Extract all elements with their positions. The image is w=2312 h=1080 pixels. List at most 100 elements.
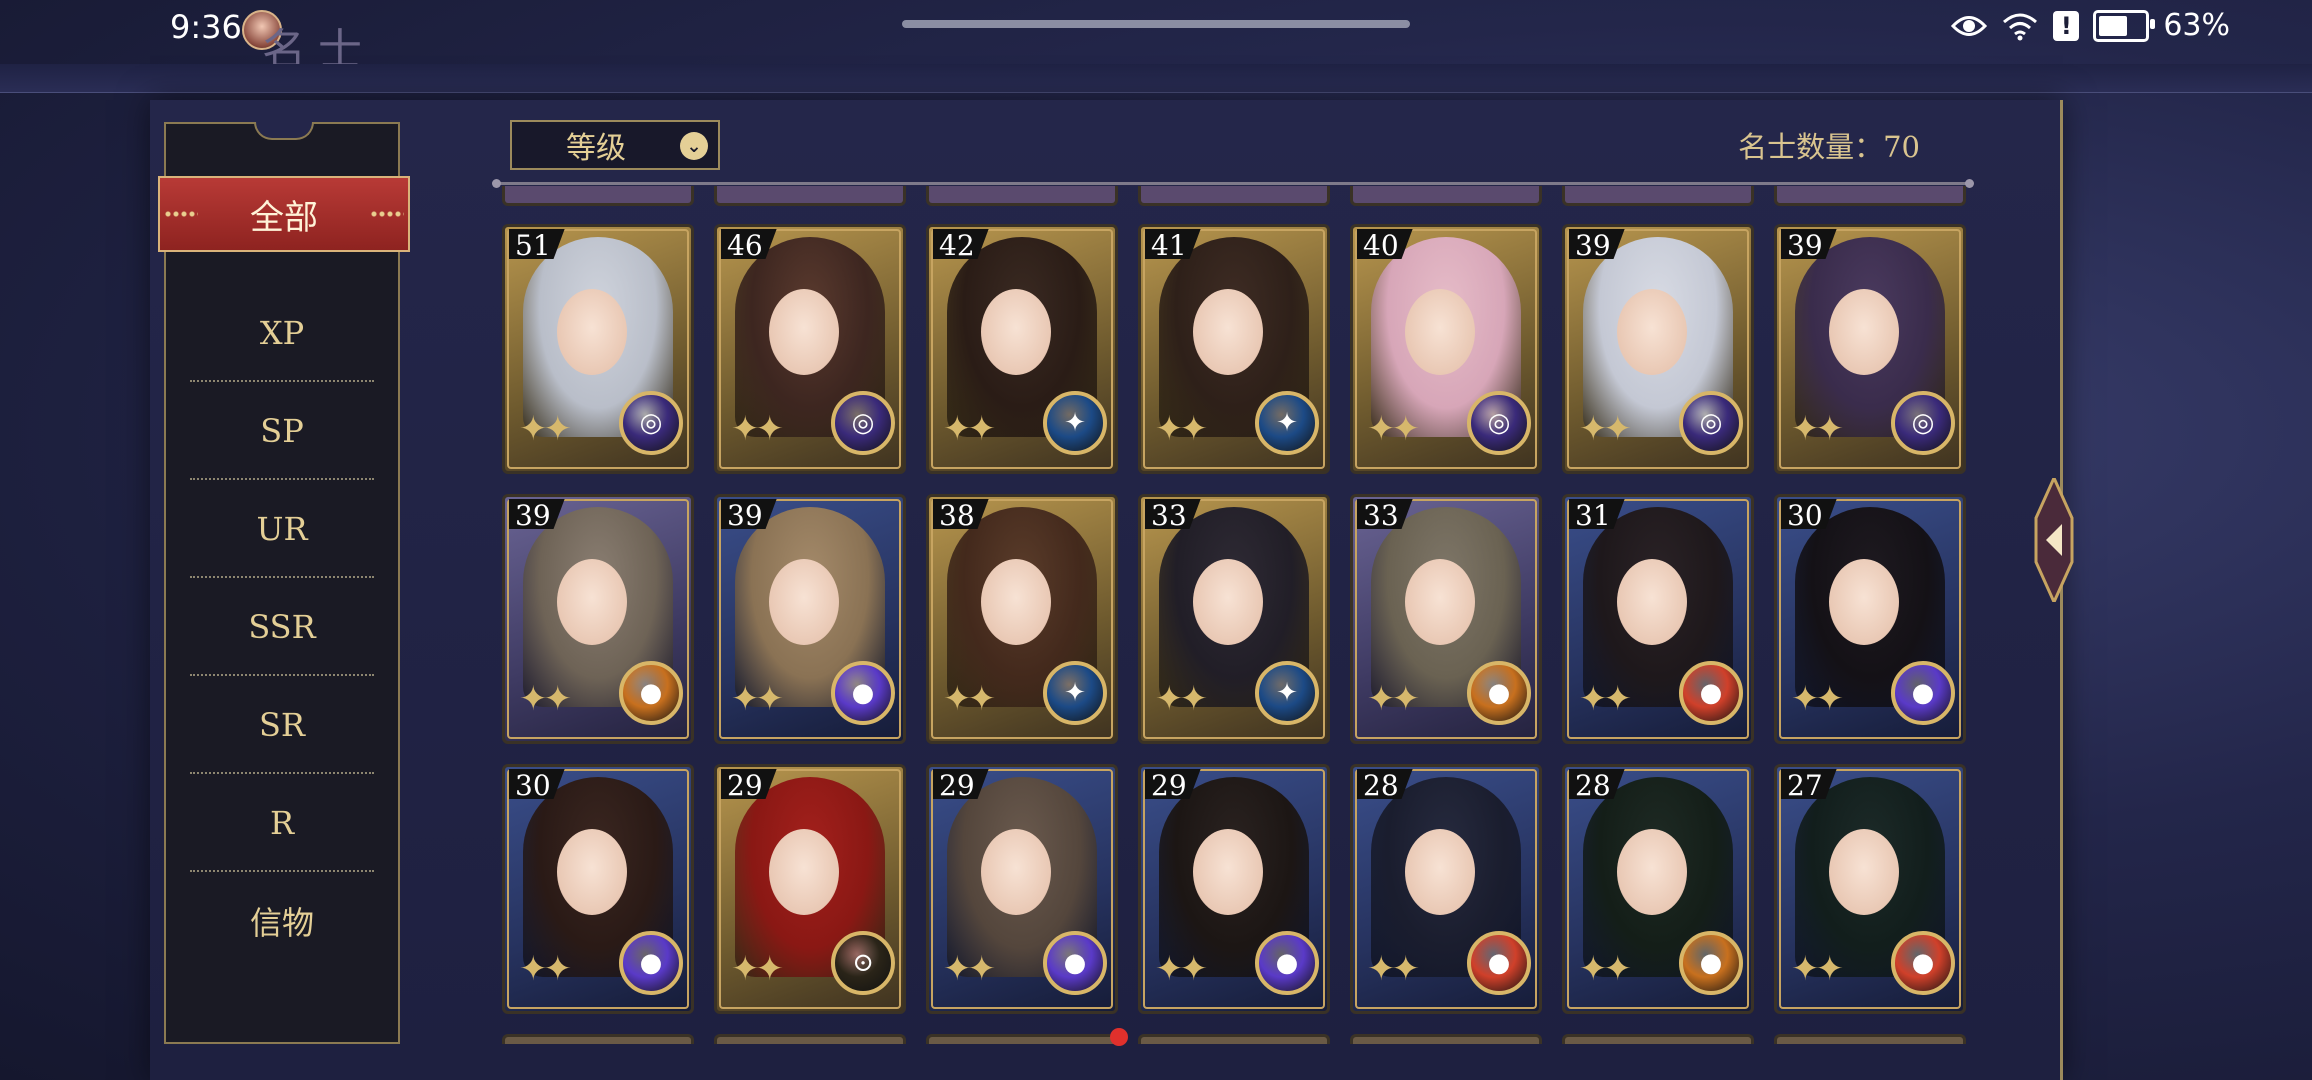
star-sparkle-icon: ✦✦ [519,949,572,989]
gold-compass-icon: ⊙ [831,931,895,995]
card-partial-bottom[interactable] [1350,1034,1542,1044]
rarity-filter-sidebar: 全部 XP SP UR SSR SR R 信物 [158,122,410,1044]
filter-tab-label: SSR [248,608,316,646]
star-sparkle-icon: ✦✦ [519,409,572,449]
violet-orb-icon: ● [1043,931,1107,995]
character-card[interactable]: ✦✦ 38 ✦ [926,494,1118,744]
filter-tab-label: 信物 [249,904,314,942]
filter-tab-r[interactable]: R [166,774,398,872]
purple-swirl-icon: ◎ [1679,391,1743,455]
card-partial-top[interactable] [1774,186,1966,206]
card-partial-bottom[interactable] [926,1034,1118,1044]
blue-compass-icon: ✦ [1043,661,1107,725]
star-sparkle-icon: ✦✦ [1155,679,1208,719]
card-partial-top[interactable] [502,186,694,206]
character-count: 名士数量：70 [1738,130,1920,164]
card-partial-bottom[interactable] [1562,1034,1754,1044]
card-partial-top[interactable] [1350,186,1542,206]
card-partial-top[interactable] [1138,186,1330,206]
character-card[interactable]: ✦✦ 41 ✦ [1138,224,1330,474]
notification-dot [1110,1028,1128,1046]
purple-swirl-icon: ◎ [831,391,895,455]
orange-orb-icon: ● [1679,931,1743,995]
filter-tab-ur[interactable]: UR [166,480,398,578]
star-sparkle-icon: ✦✦ [1579,949,1632,989]
sidebar-notch-ornament [254,122,314,140]
star-sparkle-icon: ✦✦ [519,679,572,719]
character-card[interactable]: ✦✦ 28 ● [1350,764,1542,1014]
collapse-arrow-icon[interactable] [2034,478,2074,602]
orange-orb-icon: ● [619,661,683,725]
star-sparkle-icon: ✦✦ [1791,679,1844,719]
character-card[interactable]: ✦✦ 31 ● [1562,494,1754,744]
star-sparkle-icon: ✦✦ [1791,409,1844,449]
card-partial-top[interactable] [926,186,1118,206]
filter-tab-all[interactable]: 全部 [158,176,410,252]
character-card[interactable]: ✦✦ 39 ● [714,494,906,744]
character-card[interactable]: ✦✦ 39 ● [502,494,694,744]
purple-swirl-icon: ◎ [619,391,683,455]
star-sparkle-icon: ✦✦ [1791,949,1844,989]
violet-orb-icon: ● [619,931,683,995]
character-card[interactable]: ✦✦ 33 ● [1350,494,1542,744]
star-sparkle-icon: ✦✦ [1367,409,1420,449]
violet-orb-icon: ● [1891,661,1955,725]
card-partial-bottom[interactable] [1774,1034,1966,1044]
card-partial-top[interactable] [1562,186,1754,206]
filter-tab-sp[interactable]: SP [166,382,398,480]
character-card[interactable]: ✦✦ 27 ● [1774,764,1966,1014]
violet-orb-icon: ● [831,661,895,725]
character-card[interactable]: ✦✦ 29 ⊙ [714,764,906,1014]
character-card[interactable]: ✦✦ 29 ● [1138,764,1330,1014]
star-sparkle-icon: ✦✦ [1155,949,1208,989]
status-icons: ! 63% [1951,8,2230,43]
character-grid: ✦✦ 51 ◎ ✦✦ 46 ◎ ✦✦ 42 ✦ ✦✦ 41 ✦ ✦✦ 40 ◎ ✦✦ 39 ◎ ✦✦ 39 ◎ ✦✦ 39 ●… [496,186,1976,1044]
card-partial-top[interactable] [714,186,906,206]
star-sparkle-icon: ✦✦ [1579,679,1632,719]
character-card[interactable]: ✦✦ 29 ● [926,764,1118,1014]
ornament-dots [370,211,404,217]
filter-tab-label: XP [259,314,305,352]
star-sparkle-icon: ✦✦ [1367,679,1420,719]
grid-top-divider [492,179,1974,188]
top-banner-strip [0,64,2312,93]
filter-tab-sr[interactable]: SR [166,676,398,774]
character-card[interactable]: ✦✦ 30 ● [1774,494,1966,744]
filter-tab-label: SR [258,706,305,744]
star-sparkle-icon: ✦✦ [1367,949,1420,989]
battery-percent: 63% [2163,8,2230,43]
card-partial-bottom[interactable] [502,1034,694,1044]
star-sparkle-icon: ✦✦ [1579,409,1632,449]
filter-tab-label: UR [256,510,308,548]
star-sparkle-icon: ✦✦ [943,679,996,719]
filter-tab-token[interactable]: 信物 [166,872,398,970]
character-card[interactable]: ✦✦ 46 ◎ [714,224,906,474]
status-time: 9:36 [170,8,242,46]
home-indicator[interactable] [902,20,1410,28]
alert-icon: ! [2053,10,2080,41]
character-card[interactable]: ✦✦ 39 ◎ [1562,224,1754,474]
blue-compass-icon: ✦ [1043,391,1107,455]
character-card[interactable]: ✦✦ 30 ● [502,764,694,1014]
card-partial-bottom[interactable] [1138,1034,1330,1044]
filter-tab-label: 全部 [250,197,318,238]
character-card[interactable]: ✦✦ 51 ◎ [502,224,694,474]
violet-orb-icon: ● [1255,931,1319,995]
character-card[interactable]: ✦✦ 42 ✦ [926,224,1118,474]
blue-compass-icon: ✦ [1255,391,1319,455]
sort-dropdown[interactable]: 等级 ⌄ [510,120,720,170]
character-card[interactable]: ✦✦ 28 ● [1562,764,1754,1014]
character-card[interactable]: ✦✦ 33 ✦ [1138,494,1330,744]
filter-tab-ssr[interactable]: SSR [166,578,398,676]
red-orb-icon: ● [1679,661,1743,725]
character-card[interactable]: ✦✦ 39 ◎ [1774,224,1966,474]
star-sparkle-icon: ✦✦ [943,409,996,449]
sort-selected-label: 等级 [566,131,626,166]
status-bar: 9:36 名士 ! 63% [0,0,2312,76]
purple-swirl-icon: ◎ [1891,391,1955,455]
filter-tab-xp[interactable]: XP [166,284,398,382]
character-card[interactable]: ✦✦ 40 ◎ [1350,224,1542,474]
ornament-dots [164,211,198,217]
star-sparkle-icon: ✦✦ [731,409,784,449]
card-partial-bottom[interactable] [714,1034,906,1044]
